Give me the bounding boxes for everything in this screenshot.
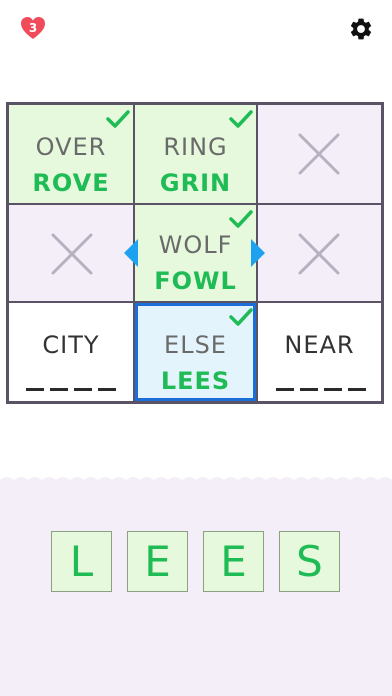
x-mark-icon [298, 233, 340, 275]
lives-count: 3 [28, 21, 38, 35]
cell-word: ELSE [164, 331, 227, 359]
grid-cell-city[interactable]: CITY [9, 303, 133, 401]
cell-answer: FOWL [154, 267, 237, 295]
cell-answer: ROVE [32, 169, 110, 197]
lives-heart-icon: 3 [20, 16, 46, 42]
grid-cell-ring[interactable]: RING GRIN [135, 105, 256, 203]
grid-cell-over[interactable]: OVER ROVE [9, 105, 133, 203]
puzzle-grid: OVER ROVE RING GRIN WOLF FOWL CITY ELSE … [6, 102, 384, 404]
cell-word: RING [163, 133, 228, 161]
check-icon [229, 210, 253, 228]
answer-blanks [26, 388, 116, 391]
letter-tile[interactable]: E [203, 531, 264, 592]
letter-tile[interactable]: E [127, 531, 188, 592]
check-icon [106, 110, 130, 128]
grid-cell-blocked [9, 205, 133, 301]
cell-word: OVER [35, 133, 107, 161]
cell-word: CITY [42, 331, 100, 359]
grid-cell-blocked [258, 205, 381, 301]
arrow-right-icon[interactable] [250, 238, 266, 268]
grid-cell-blocked [258, 105, 381, 203]
grid-cell-near[interactable]: NEAR [258, 303, 381, 401]
letter-tile[interactable]: S [279, 531, 340, 592]
x-mark-icon [298, 133, 340, 175]
grid-cell-else-active[interactable]: ELSE LEES [135, 303, 256, 401]
grid-cell-wolf[interactable]: WOLF FOWL [135, 205, 256, 301]
settings-gear-icon[interactable] [348, 16, 374, 42]
x-mark-icon [51, 233, 93, 275]
answer-blanks [276, 388, 366, 391]
cell-word: WOLF [158, 231, 233, 259]
letter-tile[interactable]: L [51, 531, 112, 592]
cell-answer: GRIN [159, 169, 232, 197]
check-icon [229, 110, 253, 128]
check-icon [229, 308, 253, 326]
cell-answer: LEES [160, 367, 231, 395]
cell-word: NEAR [284, 331, 355, 359]
arrow-left-icon[interactable] [123, 238, 139, 268]
